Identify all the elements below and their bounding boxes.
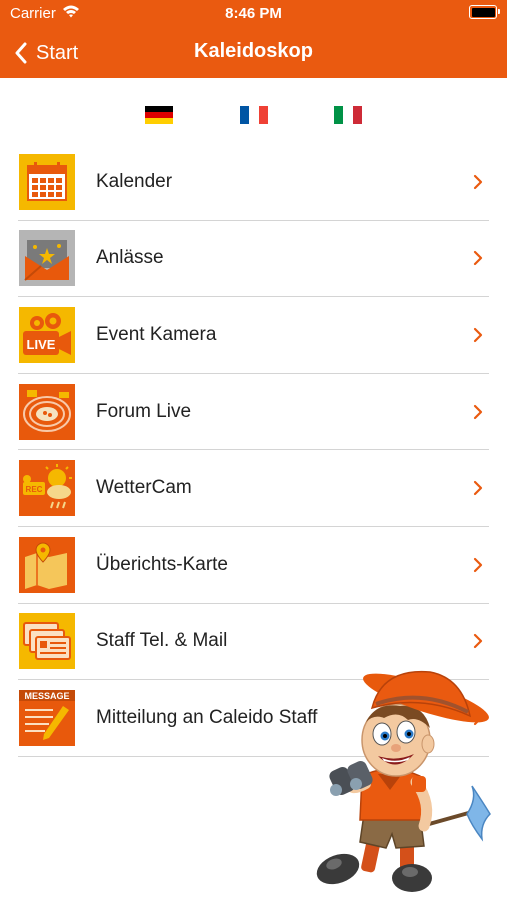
- calendar-icon: [19, 153, 75, 210]
- forum-arena-icon: [19, 383, 75, 440]
- contact-cards-icon: [19, 613, 75, 670]
- menu-item-label: Überichts-Karte: [96, 553, 228, 575]
- menu-item-label: WetterCam: [96, 477, 192, 499]
- menu-item-label: Anlässe: [96, 247, 164, 269]
- menu-item-label: Mitteilung an Caleido Staff: [96, 706, 318, 728]
- flag-fr-icon[interactable]: [240, 106, 268, 124]
- status-time: 8:46 PM: [225, 5, 282, 22]
- page-title: Kaleidoskop: [194, 40, 313, 62]
- menu-item-label: Kalender: [96, 170, 173, 192]
- message-icon: MESSAGE: [19, 689, 75, 746]
- svg-text:REC: REC: [26, 485, 43, 494]
- flag-de-icon[interactable]: [145, 106, 173, 124]
- menu-item-anlaesse[interactable]: Anlässe: [18, 221, 489, 298]
- chevron-right-icon: [473, 404, 483, 419]
- weather-cam-icon: REC: [19, 460, 75, 517]
- explorer-mascot: [312, 664, 497, 896]
- menu-item-wettercam[interactable]: REC WetterCam: [18, 450, 489, 527]
- menu-item-label: Staff Tel. & Mail: [96, 630, 228, 652]
- menu-item-forum-live[interactable]: Forum Live: [18, 374, 489, 451]
- battery-icon: [469, 5, 500, 19]
- menu-item-uebersichts-karte[interactable]: Überichts-Karte: [18, 527, 489, 604]
- live-camera-icon: LIVE: [19, 306, 75, 363]
- map-icon: [19, 536, 75, 593]
- menu-item-kalender[interactable]: Kalender: [18, 144, 489, 221]
- menu-item-label: Forum Live: [96, 400, 192, 422]
- envelope-icon: [19, 230, 75, 287]
- svg-text:LIVE: LIVE: [27, 337, 56, 352]
- language-selector: [0, 106, 507, 126]
- flag-it-icon[interactable]: [334, 106, 362, 124]
- menu-item-label: Event Kamera: [96, 323, 217, 345]
- chevron-right-icon: [473, 557, 483, 572]
- svg-text:MESSAGE: MESSAGE: [24, 691, 69, 701]
- chevron-right-icon: [473, 634, 483, 649]
- chevron-right-icon: [473, 174, 483, 189]
- chevron-right-icon: [473, 327, 483, 343]
- chevron-right-icon: [473, 481, 483, 496]
- menu-item-event-kamera[interactable]: LIVE Event Kamera: [18, 297, 489, 374]
- navigation-bar: Carrier 8:46 PM Start Kaleidoskop: [0, 0, 507, 78]
- chevron-right-icon: [473, 251, 483, 266]
